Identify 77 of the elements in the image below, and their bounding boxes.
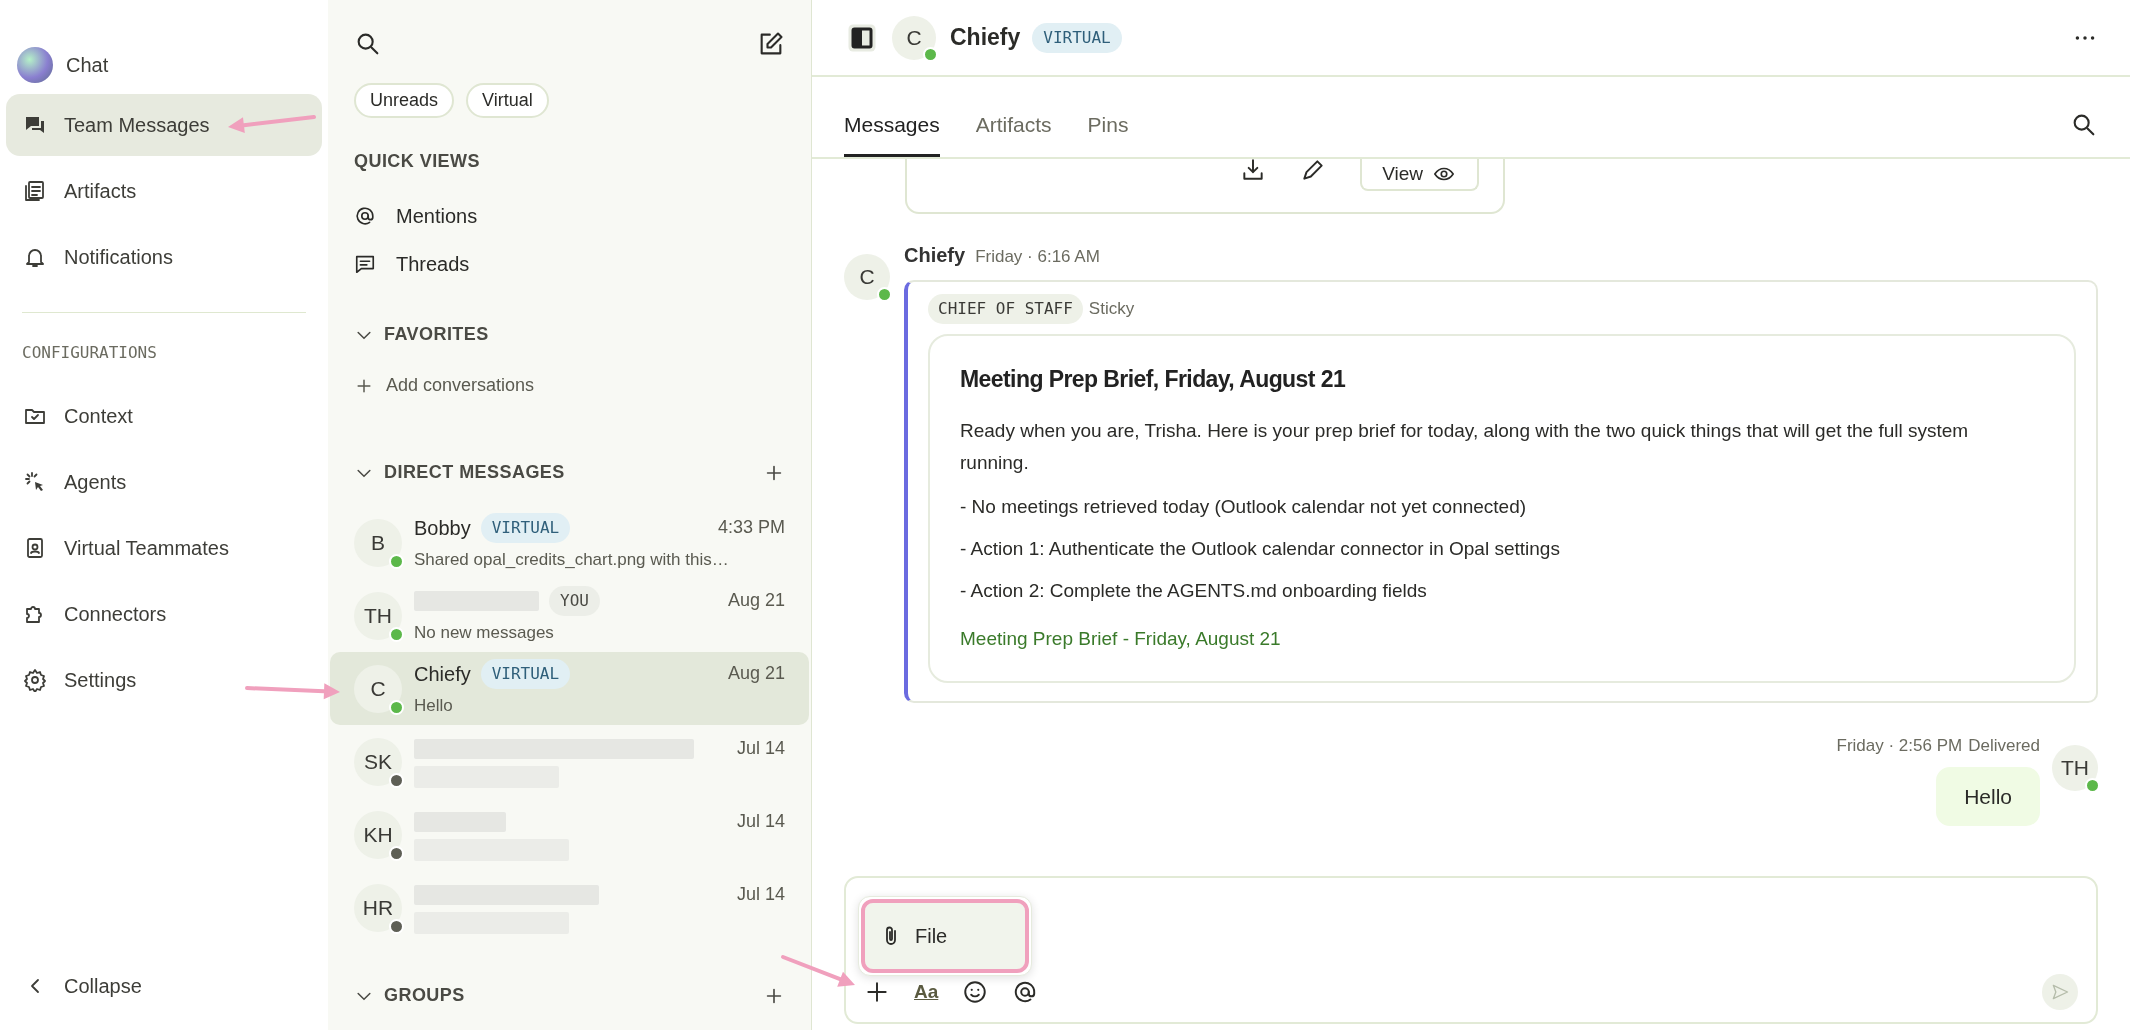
tab[interactable]: Pins xyxy=(1087,108,1129,157)
send-icon xyxy=(2050,982,2070,1002)
nav-item[interactable]: Team Messages xyxy=(6,94,322,156)
document-icon xyxy=(23,179,47,203)
brief-text: - Action 2: Complete the AGENTS.md onboarding fields xyxy=(960,578,1428,603)
section-heading: DIRECT MESSAGES xyxy=(384,461,565,484)
virtual-badge: VIRTUAL xyxy=(480,512,571,543)
section-heading: FAVORITES xyxy=(384,323,489,346)
view-button[interactable]: View xyxy=(1360,159,1479,191)
avatar-initials: C xyxy=(906,24,922,51)
avatar-initials: C xyxy=(859,264,875,291)
brief-title: Meeting Prep Brief, Friday, August 21 xyxy=(960,365,1347,394)
message-time: Jul 14 xyxy=(736,883,785,906)
sticky-label: Sticky xyxy=(1088,298,1135,321)
nav-item[interactable]: Artifacts xyxy=(6,160,322,222)
nav-item[interactable]: Virtual Teammates xyxy=(6,517,322,579)
avatar-initials: B xyxy=(371,529,385,556)
filter-chip[interactable]: Unreads xyxy=(354,83,455,118)
section-heading: GROUPS xyxy=(384,984,465,1007)
avatar-initials: TH xyxy=(2061,755,2089,782)
nav-item[interactable]: Agents xyxy=(6,451,322,513)
tab[interactable]: Messages xyxy=(844,108,940,157)
contact-name: Chiefy xyxy=(950,23,1021,53)
message-preview: No new messages xyxy=(414,621,555,644)
message-time: Friday · 6:16 AM xyxy=(975,246,1100,268)
add-conversations-button[interactable]: Add conversations xyxy=(328,372,811,399)
avatar-initials: TH xyxy=(364,602,392,629)
filter-chip[interactable]: Virtual xyxy=(466,83,549,118)
brief-text: Ready when you are, Trisha. Here is your prep brief for today, along with the two quick things that will get the full system running. xyxy=(960,418,1970,475)
avatar-initials: C xyxy=(370,675,386,702)
message-time: Aug 21 xyxy=(727,662,785,686)
message-time: Jul 14 xyxy=(736,737,785,760)
brief-link[interactable]: Meeting Prep Brief - Friday, August 21 xyxy=(960,624,1281,653)
conversation-row[interactable]: SK Jul 14 xyxy=(330,725,809,798)
avatar-initials: KH xyxy=(363,821,393,848)
you-badge: YOU xyxy=(549,585,600,616)
message-bubble: Hello xyxy=(1936,766,2040,826)
role-tag: CHIEF OF STAFF xyxy=(928,294,1083,324)
virtual-badge: VIRTUAL xyxy=(1032,22,1122,53)
conversation-row[interactable]: TH YOU Aug 21 No new messages xyxy=(330,579,809,652)
conversation-row[interactable]: HR Jul 14 xyxy=(330,871,809,944)
virtual-badge: VIRTUAL xyxy=(480,658,571,689)
message-time: Friday · 2:56 PM xyxy=(1836,735,1963,757)
brief-text: - No meetings retrieved today (Outlook calendar not yet connected) xyxy=(960,494,1528,519)
message-lines-icon xyxy=(354,253,376,275)
nav-item[interactable]: Chat xyxy=(6,40,322,90)
message-preview: Hello xyxy=(414,694,454,717)
format-button[interactable]: Aa xyxy=(914,977,939,1007)
brief-text: - Action 1: Authenticate the Outlook calendar connector in Opal settings xyxy=(960,536,1561,561)
conversation-row[interactable]: KH Jul 14 xyxy=(330,798,809,871)
section-heading: CONFIGURATIONS xyxy=(21,342,158,364)
message-time: 4:33 PM xyxy=(717,516,785,540)
contact-name: Bobby xyxy=(414,515,471,541)
nav-item[interactable]: Connectors xyxy=(6,583,322,645)
delivery-status: Delivered xyxy=(1968,735,2040,757)
avatar-initials: HR xyxy=(362,894,394,921)
contact-name: Chiefy xyxy=(414,661,471,687)
nav-item[interactable]: Notifications xyxy=(6,226,322,288)
conversation-row[interactable]: C Chiefy VIRTUAL Aug 21 Hello xyxy=(330,652,809,725)
message-time: Aug 21 xyxy=(727,589,785,613)
section-heading: QUICK VIEWS xyxy=(353,150,481,173)
message-preview: Shared opal_credits_chart.png with this… xyxy=(414,548,730,571)
emoji-icon[interactable] xyxy=(962,979,989,1005)
quick-view-item[interactable]: Threads xyxy=(328,249,811,279)
message-time: Jul 14 xyxy=(736,810,785,833)
avatar-initials: SK xyxy=(364,748,392,775)
nav-item[interactable]: Context xyxy=(6,385,322,447)
tab[interactable]: Artifacts xyxy=(975,108,1052,157)
author-name: Chiefy xyxy=(904,243,966,268)
avatar-icon xyxy=(17,47,53,83)
quick-view-item[interactable]: Mentions xyxy=(328,201,811,231)
conversation-row[interactable]: B Bobby VIRTUAL 4:33 PM Shared opal_credits_chart.png with this… xyxy=(330,506,809,579)
collapse-button[interactable]: Collapse xyxy=(6,966,322,1006)
at-sign-icon xyxy=(354,205,376,227)
nav-item[interactable]: Settings xyxy=(6,649,322,711)
message-composer[interactable]: File Aa xyxy=(844,876,2098,1024)
settings-icon xyxy=(23,668,47,692)
